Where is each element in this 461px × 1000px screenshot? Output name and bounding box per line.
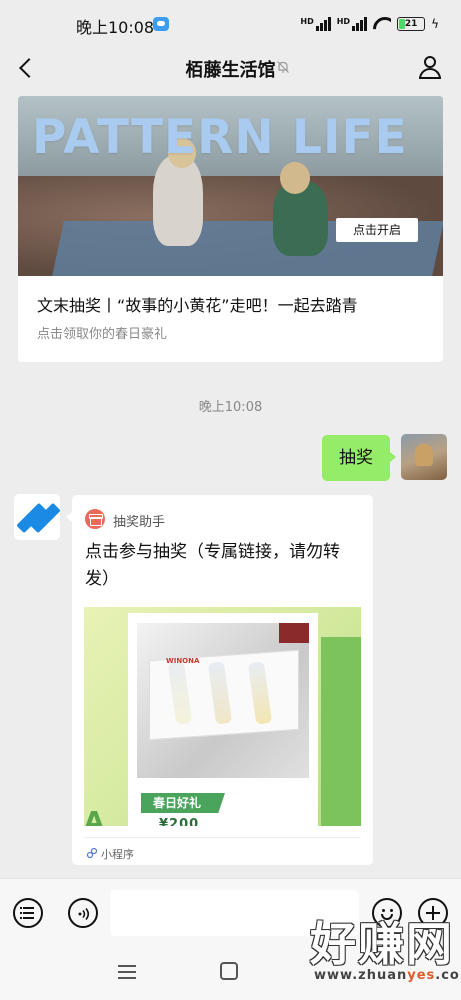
my-message-bubble[interactable]: 抽奖 <box>322 435 396 481</box>
charging-icon: ϟ <box>431 17 439 31</box>
watermark-url-highlight: yes <box>407 968 436 983</box>
nav-menu-icon[interactable] <box>118 964 136 980</box>
preview-price: ¥200 <box>159 817 200 826</box>
watermark: 好赚网 www.zhuanyes.com <box>260 908 461 990</box>
cloud-icon <box>153 17 169 31</box>
article-subtitle: 点击领取你的春日豪礼 <box>37 327 168 342</box>
battery-icon: 21 <box>397 17 426 31</box>
mini-program-card[interactable]: 抽奖助手 点击参与抽奖（专属链接，请勿转发） WINONA 春日好礼 ¥200 … <box>66 495 373 865</box>
mini-program-title: 点击参与抽奖（专属链接，请勿转发） <box>85 542 340 589</box>
mute-bell-icon <box>277 61 289 73</box>
preview-tag: 春日好礼 <box>141 793 225 813</box>
preview-decoration: A <box>84 807 105 826</box>
mini-program-preview-image[interactable]: WINONA 春日好礼 ¥200 A <box>84 607 361 826</box>
message-timestamp: 晚上10:08 <box>198 400 263 415</box>
gift-icon <box>85 509 105 529</box>
watermark-url: www.zhuanyes.com <box>314 968 461 983</box>
signal-icon: HD <box>300 17 331 31</box>
chat-title: 栢藤生活馆 <box>185 60 276 81</box>
status-bar: 晚上10:08 HD HD 21 ϟ <box>0 0 461 48</box>
watermark-url-suffix: .com <box>435 968 461 983</box>
article-card[interactable]: PATTERN LIFE 点击开启 文末抽奖丨“故事的小黄花”走吧！一起去踏青 … <box>18 96 443 362</box>
menu-list-icon[interactable] <box>13 898 43 928</box>
title-bar: 栢藤生活馆 <box>0 48 461 88</box>
battery-level: 21 <box>404 19 418 29</box>
watermark-url-prefix: www.zhuan <box>314 968 408 983</box>
my-avatar[interactable] <box>401 434 447 480</box>
article-cover-image[interactable]: PATTERN LIFE 点击开启 <box>18 96 443 276</box>
article-title[interactable]: 文末抽奖丨“故事的小黄花”走吧！一起去踏青 <box>37 292 358 316</box>
mini-program-link-icon <box>86 847 98 859</box>
wifi-icon <box>373 17 391 31</box>
mini-program-name: 抽奖助手 <box>113 515 166 530</box>
nav-home-icon[interactable] <box>220 962 238 980</box>
article-cover-title: PATTERN LIFE <box>32 110 408 165</box>
profile-icon[interactable] <box>417 54 443 80</box>
hd-label: HD <box>336 17 351 26</box>
watermark-text: 好赚网 <box>310 917 454 971</box>
hd-label: HD <box>300 17 314 26</box>
voice-icon[interactable] <box>68 898 98 928</box>
product-brand: WINONA <box>166 657 200 665</box>
signal-icon: HD <box>336 17 368 31</box>
mini-program-label: 小程序 <box>101 848 134 861</box>
status-icons: HD HD 21 ϟ <box>300 14 439 34</box>
status-time: 晚上10:08 <box>76 18 155 37</box>
cover-open-button[interactable]: 点击开启 <box>336 218 418 242</box>
divider <box>84 837 361 838</box>
sender-avatar[interactable] <box>14 494 60 540</box>
